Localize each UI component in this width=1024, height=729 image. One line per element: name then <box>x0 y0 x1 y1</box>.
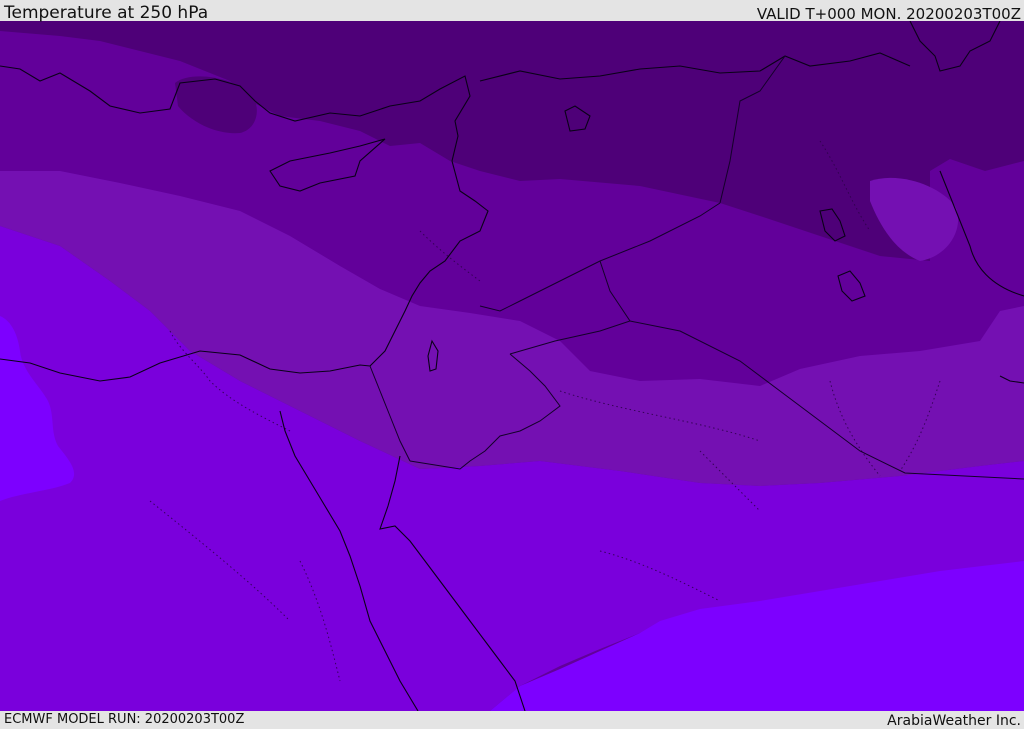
map-title: Temperature at 250 hPa <box>4 3 209 23</box>
model-run: ECMWF MODEL RUN: 20200203T00Z <box>4 712 245 727</box>
credit: ArabiaWeather Inc. <box>887 713 1021 729</box>
valid-time: VALID T+000 MON. 20200203T00Z <box>756 5 1021 23</box>
map-page: Temperature at 250 hPa VALID T+000 MON. … <box>0 0 1024 729</box>
temperature-map <box>0 21 1024 711</box>
